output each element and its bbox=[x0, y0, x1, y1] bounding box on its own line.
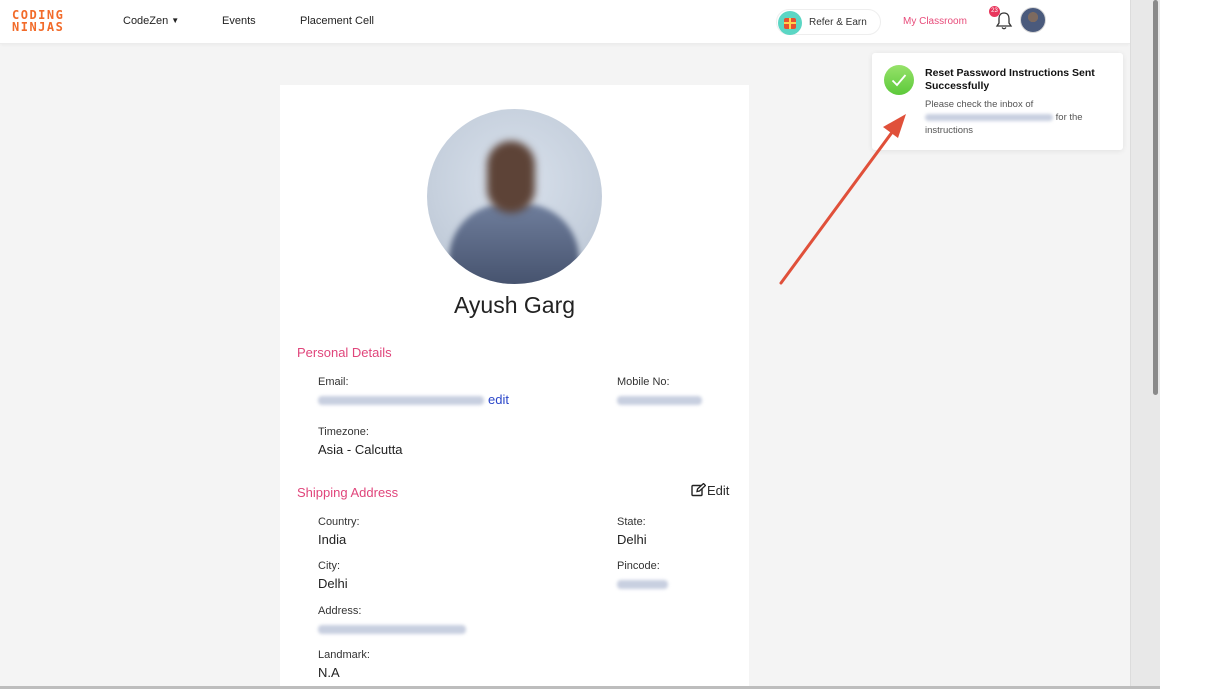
gift-icon bbox=[778, 11, 802, 35]
edit-shipping-button[interactable]: Edit bbox=[691, 482, 730, 498]
check-icon bbox=[884, 65, 914, 95]
reset-password-toast[interactable]: Reset Password Instructions Sent Success… bbox=[872, 53, 1123, 150]
refer-and-earn-button[interactable]: Refer & Earn bbox=[776, 9, 881, 35]
user-avatar[interactable] bbox=[1020, 7, 1046, 33]
my-classroom-link[interactable]: My Classroom bbox=[903, 16, 967, 27]
nav-placement-cell[interactable]: Placement Cell bbox=[300, 15, 374, 27]
notification-badge: 23 bbox=[989, 6, 1000, 17]
address-redacted bbox=[318, 625, 466, 635]
shipping-address-heading: Shipping Address bbox=[297, 485, 399, 500]
profile-name: Ayush Garg bbox=[453, 292, 576, 318]
country-label: Country: bbox=[318, 516, 360, 528]
scrollbar-thumb[interactable] bbox=[1153, 0, 1158, 395]
refer-and-earn-label: Refer & Earn bbox=[809, 17, 867, 28]
address-label: Address: bbox=[318, 605, 362, 617]
mobile-redacted bbox=[617, 396, 702, 406]
coding-ninjas-logo[interactable]: CODING NINJAS bbox=[12, 9, 74, 35]
mobile-label: Mobile No: bbox=[617, 376, 670, 388]
pincode-label: Pincode: bbox=[617, 560, 660, 572]
logo-line-2: NINJAS bbox=[12, 20, 65, 34]
edit-email-link[interactable]: edit bbox=[488, 392, 509, 407]
landmark-label: Landmark: bbox=[318, 649, 370, 661]
city-label: City: bbox=[318, 560, 340, 572]
email-redacted bbox=[318, 396, 484, 406]
pincode-value bbox=[617, 576, 668, 591]
landmark-value: N.A bbox=[318, 665, 340, 680]
city-value: Delhi bbox=[318, 576, 348, 591]
nav-codezen-label: CodeZen bbox=[123, 15, 169, 27]
toast-title: Reset Password Instructions Sent Success… bbox=[925, 67, 1095, 92]
toast-message: Please check the inbox of for the instru… bbox=[925, 98, 1115, 137]
personal-details-heading: Personal Details bbox=[297, 345, 392, 360]
timezone-value: Asia - Calcutta bbox=[318, 442, 403, 457]
email-value: edit bbox=[318, 392, 509, 407]
nav-codezen-dropdown[interactable]: CodeZen ▼ bbox=[123, 15, 179, 27]
edit-shipping-label: Edit bbox=[707, 483, 730, 498]
country-value: India bbox=[318, 532, 347, 547]
top-nav-bar: CODING NINJAS CodeZen ▼ Events Placement … bbox=[0, 0, 1130, 44]
profile-photo bbox=[427, 109, 602, 284]
pincode-redacted bbox=[617, 580, 668, 590]
toast-message-prefix: Please check the inbox of bbox=[925, 99, 1034, 110]
edit-icon bbox=[691, 482, 707, 497]
chevron-down-icon: ▼ bbox=[171, 16, 180, 25]
mobile-value bbox=[617, 392, 702, 407]
page-viewport: CODING NINJAS CodeZen ▼ Events Placement … bbox=[0, 0, 1130, 689]
state-value: Delhi bbox=[617, 532, 647, 547]
state-label: State: bbox=[617, 516, 646, 528]
nav-events[interactable]: Events bbox=[222, 15, 256, 27]
email-label: Email: bbox=[318, 376, 349, 388]
address-value bbox=[318, 621, 466, 636]
profile-card: Ayush Garg Personal Details Email: edit … bbox=[280, 85, 749, 689]
toast-email-redacted bbox=[925, 113, 1053, 121]
timezone-label: Timezone: bbox=[318, 426, 369, 438]
